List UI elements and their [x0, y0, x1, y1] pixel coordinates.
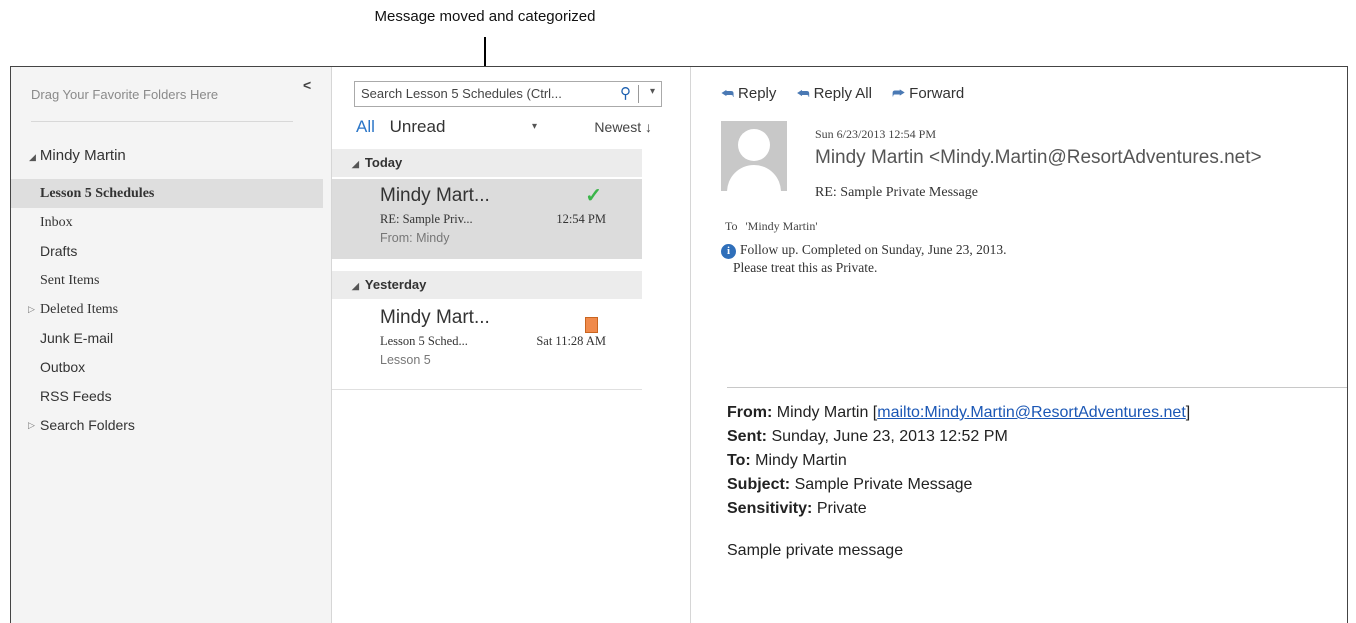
body-gap: [727, 521, 1190, 539]
message-preview: From: Mindy: [380, 231, 450, 245]
reply-all-icon: ⮪: [796, 85, 810, 101]
sensitivity-notice: Please treat this as Private.: [733, 260, 878, 275]
to-label: To: [725, 219, 738, 233]
folder-item-lesson-5-schedules[interactable]: Lesson 5 Schedules: [11, 179, 323, 208]
follow-up-status: Follow up. Completed on Sunday, June 23,…: [740, 242, 1007, 257]
forward-label: Forward: [909, 85, 965, 102]
message-sender: Mindy Mart...: [380, 185, 490, 206]
reading-pane: ⮪ Reply ⮪ Reply All ⮫ Forward Sun 6/23/2013…: [691, 67, 1347, 623]
recipient-row: To 'Mindy Martin': [725, 219, 818, 234]
expand-triangle-icon[interactable]: ▷: [28, 295, 35, 324]
collapse-triangle-icon[interactable]: ◢: [352, 159, 359, 169]
folder-item-search-folders[interactable]: ▷ Search Folders: [11, 411, 323, 440]
favorites-divider: [31, 121, 293, 122]
folder-item-deleted-items[interactable]: ▷ Deleted Items: [11, 295, 323, 324]
avatar-head-icon: [738, 129, 770, 161]
message-time: 12:54 PM: [556, 212, 606, 226]
sender-avatar[interactable]: [721, 121, 787, 191]
collapse-pane-button[interactable]: <: [303, 77, 311, 93]
category-color-icon[interactable]: [585, 317, 598, 333]
mailto-link[interactable]: mailto:Mindy.Martin@ResortAdventures.net: [877, 404, 1186, 421]
account-name: Mindy Martin: [39, 147, 126, 164]
sort-dropdown-icon[interactable]: ▾: [532, 121, 537, 132]
reply-icon: ⮪: [721, 85, 735, 101]
folder-item-sent-items[interactable]: Sent Items: [11, 266, 323, 295]
folder-item-drafts[interactable]: Drafts: [11, 237, 323, 266]
filter-unread[interactable]: Unread: [390, 117, 446, 136]
reply-all-button[interactable]: ⮪ Reply All: [797, 85, 872, 102]
message-time: Sat 11:28 AM: [536, 334, 606, 348]
quoted-subject-line: Subject: Sample Private Message: [727, 473, 1190, 497]
search-icon[interactable]: ⚲: [620, 84, 631, 102]
callout-caption: Message moved and categorized: [374, 8, 596, 25]
message-subject: Lesson 5 Sched...: [380, 334, 468, 348]
reading-actions: ⮪ Reply ⮪ Reply All ⮫ Forward: [721, 85, 980, 102]
sensitivity-label: Sensitivity:: [727, 500, 813, 517]
message-subject: RE: Sample Priv...: [380, 212, 473, 226]
folder-item-rss-feeds[interactable]: RSS Feeds: [11, 382, 323, 411]
outlook-window: Drag Your Favorite Folders Here < ◢ Mindy…: [10, 66, 1348, 623]
folder-item-inbox[interactable]: Inbox: [11, 208, 323, 237]
search-input[interactable]: Search Lesson 5 Schedules (Ctrl... ⚲ ▾: [354, 81, 662, 107]
info-bar[interactable]: i Follow up. Completed on Sunday, June 23…: [721, 241, 1007, 277]
group-header-yesterday[interactable]: ◢ Yesterday: [332, 271, 642, 299]
account-header[interactable]: ◢ Mindy Martin: [29, 147, 126, 164]
quoted-to-line: To: Mindy Martin: [727, 449, 1190, 473]
folder-pane: Drag Your Favorite Folders Here < ◢ Mindy…: [11, 67, 332, 623]
folder-item-junk-email[interactable]: Junk E-mail: [11, 324, 323, 353]
quoted-sensitivity-line: Sensitivity: Private: [727, 497, 1190, 521]
subject-label: Subject:: [727, 476, 791, 493]
group-label: Yesterday: [364, 277, 427, 292]
reply-all-label: Reply All: [813, 85, 872, 102]
from-label: From:: [727, 404, 773, 421]
folder-list: Lesson 5 Schedules Inbox Drafts Sent Ite…: [11, 179, 323, 440]
message-item[interactable]: Mindy Mart... ✓ RE: Sample Priv... 12:54…: [332, 179, 642, 259]
from-close: ]: [1185, 404, 1191, 421]
folder-label: Search Folders: [40, 417, 135, 433]
folder-label: Deleted Items: [40, 302, 119, 317]
folder-item-outbox[interactable]: Outbox: [11, 353, 323, 382]
to-label: To:: [727, 452, 751, 469]
collapse-triangle-icon[interactable]: ◢: [29, 152, 36, 162]
sent-label: Sent:: [727, 428, 767, 445]
completed-check-icon[interactable]: ✓: [585, 183, 602, 208]
group-label: Today: [364, 155, 403, 170]
body-text: Sample private message: [727, 542, 904, 559]
message-preview: Lesson 5: [380, 353, 431, 367]
quoted-from-line: From: Mindy Martin [mailto:Mindy.Martin@…: [727, 401, 1190, 425]
quoted-sent-line: Sent: Sunday, June 23, 2013 12:52 PM: [727, 425, 1190, 449]
search-placeholder: Search Lesson 5 Schedules (Ctrl...: [361, 86, 562, 101]
sort-order[interactable]: Newest ↓: [594, 119, 652, 135]
list-divider: [332, 389, 642, 390]
reply-label: Reply: [738, 85, 777, 102]
filter-bar: All Unread ▾ Newest ↓: [356, 117, 666, 143]
favorites-drop-zone[interactable]: Drag Your Favorite Folders Here: [31, 87, 218, 102]
message-list-pane: Search Lesson 5 Schedules (Ctrl... ⚲ ▾ A…: [332, 67, 691, 623]
message-subject-header: RE: Sample Private Message: [815, 185, 978, 200]
message-body: From: Mindy Martin [mailto:Mindy.Martin@…: [727, 401, 1190, 563]
message-from[interactable]: Mindy Martin <Mindy.Martin@ResortAdventu…: [815, 147, 1262, 169]
from-name: Mindy Martin [: [776, 404, 878, 421]
reply-button[interactable]: ⮪ Reply: [721, 85, 776, 102]
forward-button[interactable]: ⮫ Forward: [892, 85, 964, 102]
expand-triangle-icon[interactable]: ▷: [28, 411, 35, 440]
sent-value: Sunday, June 23, 2013 12:52 PM: [771, 428, 1008, 445]
filter-all[interactable]: All: [356, 117, 375, 136]
collapse-triangle-icon[interactable]: ◢: [352, 281, 359, 291]
to-value: Mindy Martin: [755, 452, 847, 469]
sensitivity-value: Private: [816, 500, 867, 517]
group-header-today[interactable]: ◢ Today: [332, 149, 642, 177]
to-recipient[interactable]: 'Mindy Martin': [746, 219, 818, 233]
message-sender: Mindy Mart...: [380, 307, 490, 328]
forward-icon: ⮫: [892, 85, 906, 101]
body-divider: [727, 387, 1347, 388]
message-date: Sun 6/23/2013 12:54 PM: [815, 127, 937, 141]
avatar-body-icon: [727, 165, 781, 191]
message-item[interactable]: Mindy Mart... Lesson 5 Sched... Sat 11:2…: [332, 301, 642, 381]
subject-value: Sample Private Message: [794, 476, 973, 493]
info-icon: i: [721, 244, 736, 259]
search-scope-dropdown-icon[interactable]: ▾: [650, 86, 655, 97]
search-divider: [638, 85, 639, 103]
